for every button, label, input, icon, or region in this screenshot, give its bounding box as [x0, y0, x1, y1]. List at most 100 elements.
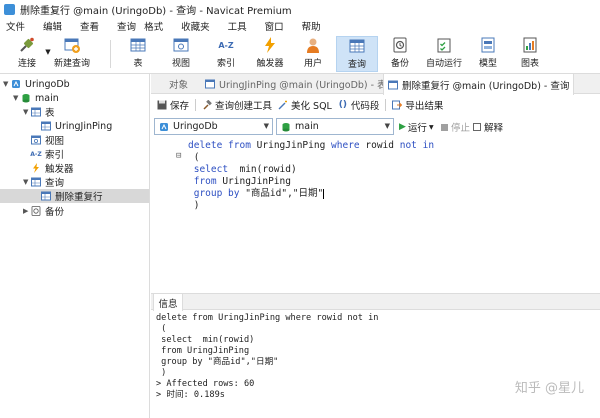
new-query-label: 新建查询	[54, 59, 91, 69]
tree-triggers-group[interactable]: 触发器	[31, 161, 74, 175]
save-label: 保存	[170, 101, 190, 112]
index-button[interactable]: A-Z 索引	[212, 36, 240, 72]
info-line: select min(rowid)	[156, 335, 255, 345]
toolbar-divider	[385, 99, 387, 111]
menu-view[interactable]: 查看	[74, 19, 105, 33]
view-icon	[172, 36, 190, 54]
stop-icon	[441, 123, 448, 131]
menu-edit[interactable]: 编辑	[37, 19, 68, 33]
tree-indexes-label: 索引	[45, 150, 65, 161]
tab-info-label: 信息	[158, 298, 178, 310]
lightning-icon	[31, 163, 41, 173]
backup-icon	[31, 206, 41, 216]
chart-button[interactable]: 图表	[517, 36, 543, 72]
play-icon: ▶	[399, 122, 406, 132]
tab-objects[interactable]: 对象	[165, 74, 192, 94]
tree-table-item[interactable]: UringJinPing	[41, 119, 112, 133]
tab-table[interactable]: UringJinPing @main (UringoDb) - 表	[201, 74, 391, 94]
autorun-label: 自动运行	[425, 59, 462, 69]
tree-views-label: 视图	[45, 136, 65, 147]
info-elapsed-time: > 时间: 0.189s	[156, 390, 225, 400]
menu-format[interactable]: 格式	[138, 19, 169, 33]
menu-query[interactable]: 查询	[111, 19, 138, 33]
editor-line-6: )	[188, 200, 200, 211]
tree-views-group[interactable]: 视图	[31, 133, 64, 147]
chevron-down-icon[interactable]: ▼	[23, 178, 31, 186]
connect-button[interactable]: 连接	[10, 36, 44, 72]
user-icon	[304, 36, 322, 54]
tree-tables-label: 表	[45, 108, 55, 119]
table-button[interactable]: 表	[125, 36, 151, 72]
title-bar: 删除重复行 @main (UringoDb) - 查询 - Navicat Pr…	[0, 0, 600, 18]
table-icon	[205, 79, 215, 89]
menu-file[interactable]: 文件	[0, 19, 31, 33]
toolbar-divider	[195, 99, 197, 111]
tree-indexes-group[interactable]: A-Z 索引	[30, 147, 65, 161]
trigger-button[interactable]: 触发器	[254, 36, 286, 72]
tree-connection[interactable]: ▼ UringoDb	[3, 77, 70, 91]
tree-query-item[interactable]: 删除重复行	[0, 189, 149, 203]
tab-info[interactable]: 信息	[153, 294, 183, 311]
table-grid-icon	[129, 36, 147, 54]
sql-editor[interactable]: ⊟ delete from UringJinPing where rowid n…	[151, 137, 600, 293]
chevron-down-icon[interactable]: ▼	[429, 124, 434, 131]
query-grid-icon	[348, 37, 366, 55]
menu-window[interactable]: 窗口	[259, 19, 290, 33]
chevron-right-icon[interactable]: ▶	[23, 207, 31, 215]
autorun-icon	[435, 36, 453, 54]
tree-database[interactable]: ▼ main	[13, 91, 59, 105]
run-button[interactable]: ▶ 运行 ▼	[399, 120, 434, 134]
query-builder-button[interactable]: 查询创建工具	[202, 98, 272, 112]
export-results-label: 导出结果	[405, 101, 444, 112]
user-button[interactable]: 用户	[300, 36, 326, 72]
new-query-button[interactable]: 新建查询	[54, 36, 90, 72]
export-icon	[392, 100, 403, 110]
view-button[interactable]: 视图	[167, 36, 195, 72]
explain-label: 解释	[484, 123, 504, 134]
code-snippet-icon: ()	[338, 100, 347, 110]
connection-select-value: UringoDb	[173, 121, 218, 132]
connection-select[interactable]: UringoDb ▼	[154, 118, 273, 135]
tab-query[interactable]: 删除重复行 @main (UringoDb) - 查询	[383, 74, 575, 95]
navigation-pane: ▼ UringoDb ▼ main ▼ 表 UringJinPing 视图 A-…	[0, 74, 150, 418]
menu-favorites[interactable]: 收藏夹	[175, 19, 216, 33]
database-select[interactable]: main ▼	[276, 118, 394, 135]
new-query-icon	[63, 36, 81, 54]
chevron-down-icon[interactable]: ▼	[23, 108, 31, 116]
connect-label: 连接	[17, 59, 36, 69]
menu-tools[interactable]: 工具	[222, 19, 253, 33]
tree-queries-group[interactable]: ▼ 查询	[23, 175, 64, 189]
export-results-button[interactable]: 导出结果	[392, 98, 443, 112]
stop-button[interactable]: 停止	[441, 120, 470, 134]
chevron-down-icon[interactable]: ▼	[13, 94, 21, 102]
query-icon	[31, 177, 41, 187]
model-label: 模型	[478, 59, 497, 69]
table-icon	[41, 121, 51, 131]
chevron-down-icon[interactable]: ▼	[3, 80, 11, 88]
tab-objects-label: 对象	[169, 80, 189, 91]
fold-marker-icon[interactable]: ⊟	[176, 151, 181, 161]
user-label: 用户	[303, 59, 322, 69]
query-icon	[41, 191, 51, 201]
save-button[interactable]: 保存	[157, 98, 189, 112]
query-selector-row: UringoDb ▼ main ▼ ▶ 运行 ▼ 停止 解释	[151, 116, 600, 136]
model-button[interactable]: 模型	[475, 36, 501, 72]
explain-icon	[473, 123, 481, 131]
watermark-text: 知乎 @星儿	[514, 381, 584, 396]
menu-help[interactable]: 帮助	[296, 19, 327, 33]
beautify-sql-button[interactable]: 美化 SQL	[278, 98, 332, 112]
autorun-button[interactable]: 自动运行	[424, 36, 464, 72]
code-snippet-button[interactable]: () 代码段	[338, 98, 380, 112]
result-tab-bar: 信息	[151, 294, 600, 311]
tree-backups-group[interactable]: ▶ 备份	[23, 204, 64, 218]
backup-icon	[391, 36, 409, 54]
backup-button[interactable]: 备份	[388, 36, 412, 72]
editor-line-3: select min(rowid)	[188, 164, 297, 175]
hammer-icon	[202, 100, 212, 110]
text-cursor	[323, 188, 325, 199]
view-icon	[31, 135, 41, 145]
info-line: from UringJinPing	[156, 346, 250, 356]
tree-tables-group[interactable]: ▼ 表	[23, 105, 55, 119]
query-button[interactable]: 查询	[336, 36, 378, 72]
explain-button[interactable]: 解释	[473, 120, 503, 134]
